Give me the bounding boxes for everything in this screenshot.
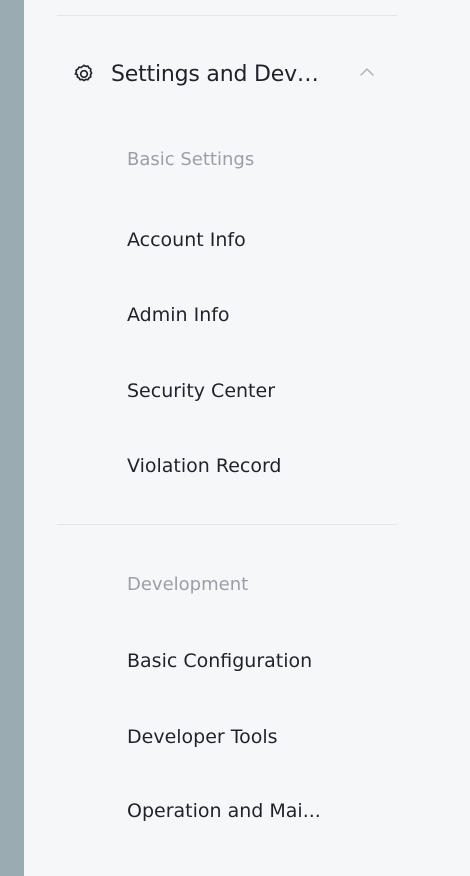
settings-dev-section-header[interactable]: Settings and Dev… <box>72 52 402 96</box>
group-label-basic-settings: Basic Settings <box>127 149 255 170</box>
gear-icon <box>72 62 96 86</box>
group-divider <box>57 524 397 525</box>
left-background-strip <box>0 0 24 876</box>
sidebar-item-operation-and-maintenance[interactable]: Operation and Mai... <box>127 793 397 829</box>
chevron-up-icon[interactable] <box>357 62 377 82</box>
top-divider <box>57 15 397 16</box>
section-title: Settings and Dev… <box>111 61 319 87</box>
sidebar-item-developer-tools[interactable]: Developer Tools <box>127 719 397 755</box>
group-label-development: Development <box>127 574 249 595</box>
sidebar-item-basic-configuration[interactable]: Basic Configuration <box>127 643 397 679</box>
sidebar-item-account-info[interactable]: Account Info <box>127 222 397 258</box>
sidebar-item-security-center[interactable]: Security Center <box>127 373 397 409</box>
sidebar-item-violation-record[interactable]: Violation Record <box>127 448 397 484</box>
sidebar-item-admin-info[interactable]: Admin Info <box>127 297 397 333</box>
sidebar-panel: Settings and Dev… Basic Settings Account… <box>24 0 470 876</box>
